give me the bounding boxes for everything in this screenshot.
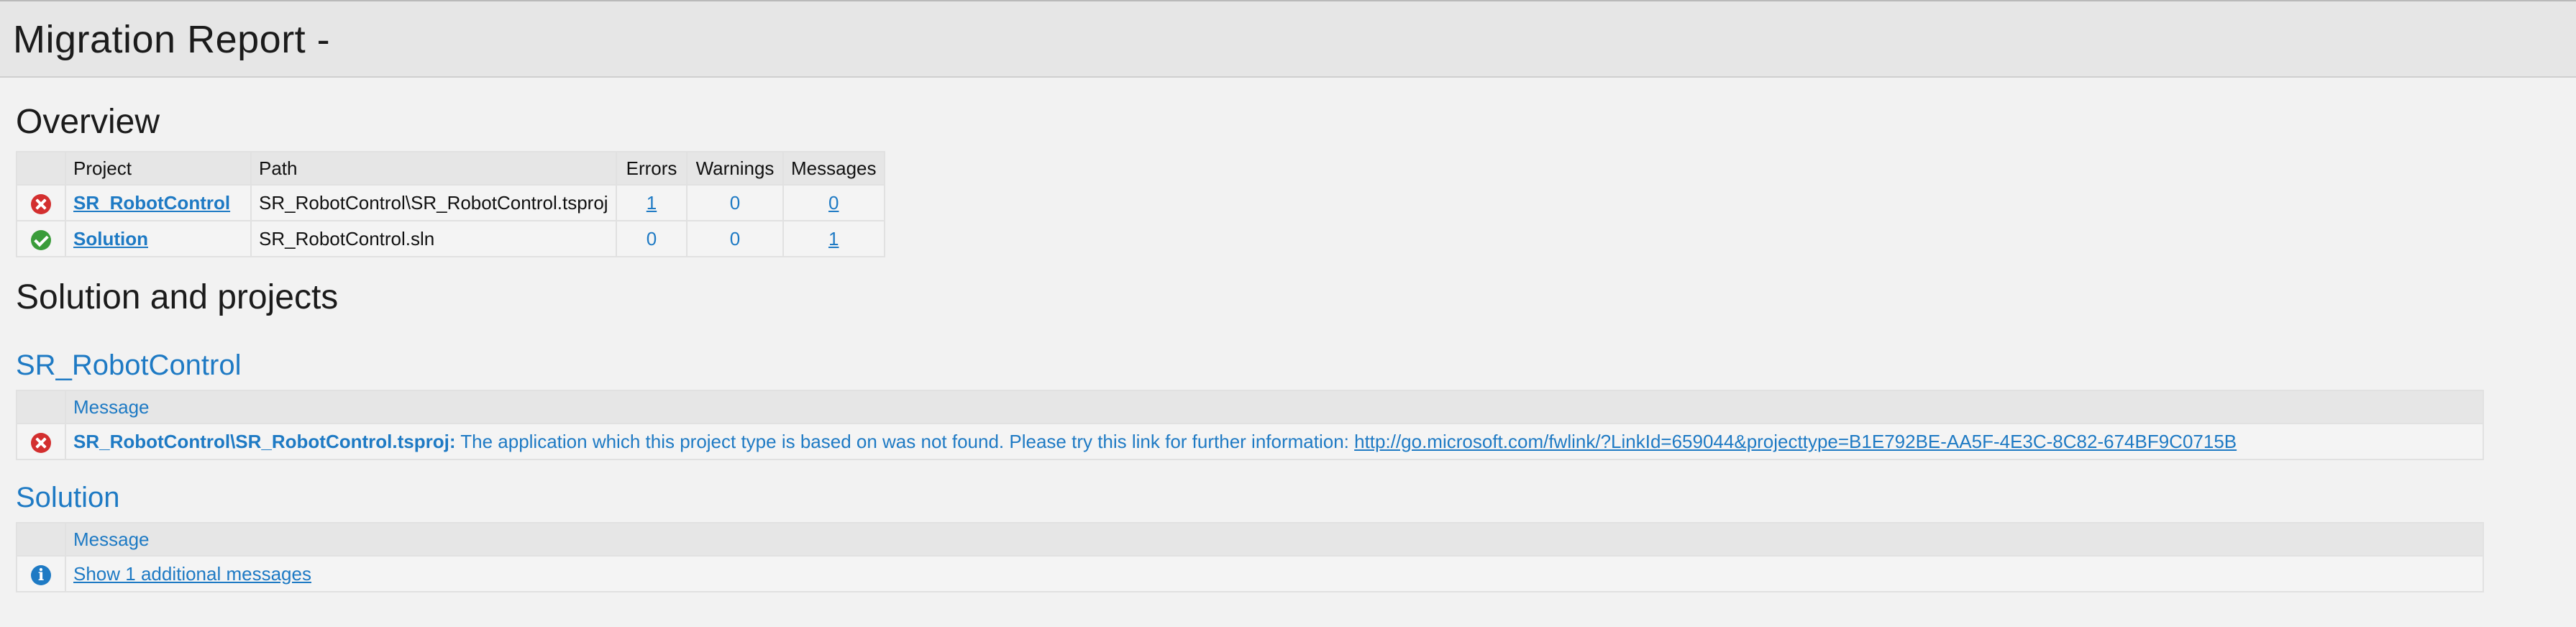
column-header-warnings: Warnings bbox=[686, 151, 784, 186]
message-cell: SR_RobotControl\SR_RobotControl.tsproj: … bbox=[65, 423, 2484, 460]
message-icon-cell bbox=[16, 555, 66, 592]
sr-robotcontrol-messages-table: Message SR_RobotControl\SR_RobotControl.… bbox=[16, 390, 2484, 460]
project-heading-solution: Solution bbox=[16, 482, 120, 513]
table-row: SR_RobotControl SR_RobotControl\SR_Robot… bbox=[16, 184, 885, 221]
column-header-icon bbox=[16, 390, 66, 424]
messages-count-link[interactable]: 1 bbox=[828, 228, 839, 250]
message-header-row: Message bbox=[16, 390, 2484, 424]
column-header-project: Project bbox=[65, 151, 252, 186]
column-header-message: Message bbox=[65, 522, 2484, 557]
info-icon bbox=[31, 564, 51, 585]
project-heading-sr-robotcontrol: SR_RobotControl bbox=[16, 349, 242, 381]
message-row: SR_RobotControl\SR_RobotControl.tsproj: … bbox=[16, 423, 2484, 460]
messages-count-link[interactable]: 0 bbox=[828, 192, 839, 214]
column-header-messages: Messages bbox=[782, 151, 885, 186]
project-cell: SR_RobotControl bbox=[65, 184, 252, 221]
overview-table: Project Path Errors Warnings Messages SR… bbox=[16, 151, 885, 257]
column-header-icon bbox=[16, 522, 66, 557]
error-icon bbox=[31, 432, 51, 453]
table-row: Solution SR_RobotControl.sln 0 0 1 bbox=[16, 220, 885, 257]
success-icon bbox=[31, 229, 51, 250]
errors-cell: 1 bbox=[616, 184, 688, 221]
column-header-errors: Errors bbox=[616, 151, 688, 186]
message-header-row: Message bbox=[16, 522, 2484, 557]
message-row: Show 1 additional messages bbox=[16, 555, 2484, 592]
status-cell bbox=[16, 220, 66, 257]
warnings-cell: 0 bbox=[686, 184, 784, 221]
errors-cell: 0 bbox=[616, 220, 688, 257]
report-title-bar: Migration Report - bbox=[0, 0, 2576, 78]
show-additional-messages-link[interactable]: Show 1 additional messages bbox=[73, 563, 311, 585]
column-header-path: Path bbox=[250, 151, 617, 186]
error-icon bbox=[31, 193, 51, 214]
overview-heading: Overview bbox=[16, 103, 160, 141]
further-information-link[interactable]: http://go.microsoft.com/fwlink/?LinkId=6… bbox=[1354, 431, 2237, 452]
column-header-status bbox=[16, 151, 66, 186]
status-cell bbox=[16, 184, 66, 221]
column-header-message: Message bbox=[65, 390, 2484, 424]
overview-header-row: Project Path Errors Warnings Messages bbox=[16, 151, 885, 186]
messages-cell: 0 bbox=[782, 184, 885, 221]
message-source: SR_RobotControl\SR_RobotControl.tsproj: bbox=[73, 430, 456, 452]
path-cell: SR_RobotControl.sln bbox=[250, 220, 617, 257]
messages-cell: 1 bbox=[782, 220, 885, 257]
project-link-solution[interactable]: Solution bbox=[73, 228, 148, 250]
solution-messages-table: Message Show 1 additional messages bbox=[16, 522, 2484, 592]
path-cell: SR_RobotControl\SR_RobotControl.tsproj bbox=[250, 184, 617, 221]
errors-count-link[interactable]: 1 bbox=[647, 192, 657, 214]
message-text: The application which this project type … bbox=[455, 430, 1355, 452]
message-cell: Show 1 additional messages bbox=[65, 555, 2484, 592]
warnings-cell: 0 bbox=[686, 220, 784, 257]
project-cell: Solution bbox=[65, 220, 252, 257]
page-title: Migration Report - bbox=[13, 18, 331, 61]
solution-projects-heading: Solution and projects bbox=[16, 278, 339, 316]
project-link-sr-robotcontrol[interactable]: SR_RobotControl bbox=[73, 192, 230, 214]
message-icon-cell bbox=[16, 423, 66, 460]
